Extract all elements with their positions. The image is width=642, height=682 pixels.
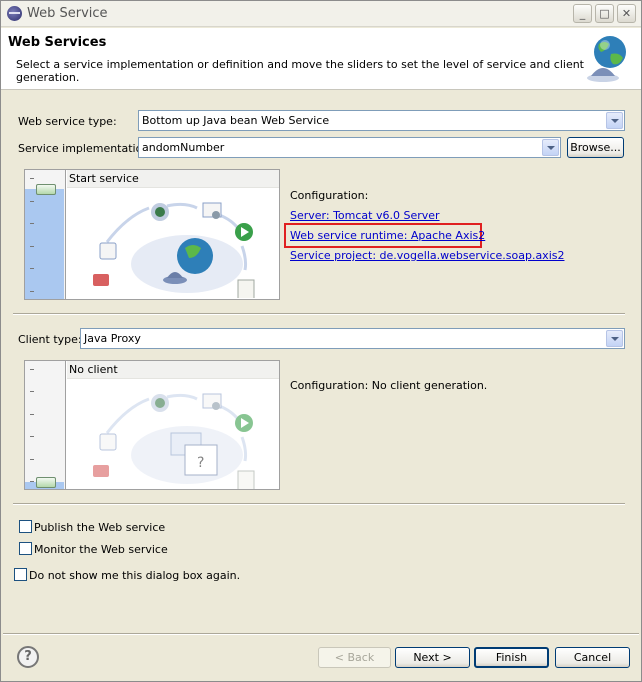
slider-tick — [30, 481, 34, 482]
help-icon[interactable]: ? — [17, 646, 39, 668]
service-level-thumb[interactable] — [36, 184, 56, 195]
slider-tick — [30, 436, 34, 437]
client-level-slider[interactable] — [25, 361, 66, 489]
web-service-dialog: Web Service _ □ ✕ Web Services Select a … — [0, 0, 642, 682]
cancel-button[interactable]: Cancel — [555, 647, 630, 668]
web-service-type-combo[interactable]: Bottom up Java bean Web Service — [138, 110, 625, 131]
monitor-label: Monitor the Web service — [34, 543, 168, 556]
monitor-checkbox[interactable] — [19, 542, 32, 555]
close-button[interactable]: ✕ — [617, 4, 636, 23]
service-configuration-label: Configuration: — [290, 189, 369, 202]
slider-tick — [30, 268, 34, 269]
page-title: Web Services — [8, 35, 107, 50]
slider-tick — [30, 369, 34, 370]
chevron-down-icon[interactable] — [606, 330, 623, 347]
back-button[interactable]: < Back — [318, 647, 391, 668]
server-link[interactable]: Server: Tomcat v6.0 Server — [290, 209, 440, 222]
section-divider — [13, 313, 625, 315]
maximize-button[interactable]: □ — [595, 4, 614, 23]
slider-tick — [30, 414, 34, 415]
dont-show-label: Do not show me this dialog box again. — [29, 569, 241, 582]
client-level-thumb[interactable] — [36, 477, 56, 488]
dont-show-checkbox[interactable] — [14, 568, 27, 581]
client-type-label: Client type: — [18, 333, 82, 346]
service-level-slider[interactable] — [25, 170, 66, 299]
chevron-down-icon[interactable] — [542, 139, 559, 156]
publish-checkbox[interactable] — [19, 520, 32, 533]
service-stages-illustration — [93, 202, 255, 298]
client-level-panel: No client ? — [24, 360, 280, 490]
next-button[interactable]: Next > — [395, 647, 470, 668]
service-implementation-label: Service implementation: — [18, 142, 154, 155]
client-type-value: Java Proxy — [84, 332, 141, 345]
service-level-panel: Start service — [24, 169, 280, 300]
web-service-runtime-link[interactable]: Web service runtime: Apache Axis2 — [290, 229, 485, 242]
web-service-type-value: Bottom up Java bean Web Service — [142, 114, 330, 127]
slider-tick — [30, 391, 34, 392]
service-project-link[interactable]: Service project: de.vogella.webservice.s… — [290, 249, 564, 262]
slider-tick — [30, 459, 34, 460]
slider-tick — [30, 246, 34, 247]
eclipse-icon — [7, 6, 22, 21]
slider-tick — [30, 178, 34, 179]
browse-button[interactable]: Browse... — [567, 137, 624, 158]
service-implementation-combo[interactable]: andomNumber — [138, 137, 561, 158]
section-divider — [13, 503, 625, 505]
window-title: Web Service — [27, 6, 108, 21]
service-level-fill — [25, 189, 64, 299]
footer-divider — [3, 633, 639, 635]
finish-button[interactable]: Finish — [474, 647, 549, 668]
page-description: Select a service implementation or defin… — [16, 58, 584, 84]
web-service-type-label: Web service type: — [18, 115, 117, 128]
service-slider-label: Start service — [69, 172, 139, 185]
title-bar: Web Service _ □ ✕ — [1, 1, 641, 27]
client-stages-illustration: ? — [93, 393, 255, 489]
client-configuration-text: Configuration: No client generation. — [290, 379, 488, 392]
client-slider-label: No client — [69, 363, 118, 376]
slider-tick — [30, 201, 34, 202]
chevron-down-icon[interactable] — [606, 112, 623, 129]
slider-tick — [30, 223, 34, 224]
slider-tick — [30, 291, 34, 292]
wizard-header: Web Services Select a service implementa… — [1, 28, 641, 90]
client-type-combo[interactable]: Java Proxy — [80, 328, 625, 349]
svg-text:?: ? — [197, 455, 204, 471]
service-implementation-value: andomNumber — [142, 141, 225, 154]
minimize-button[interactable]: _ — [573, 4, 592, 23]
publish-label: Publish the Web service — [34, 521, 166, 534]
web-service-globe-icon — [587, 36, 626, 82]
